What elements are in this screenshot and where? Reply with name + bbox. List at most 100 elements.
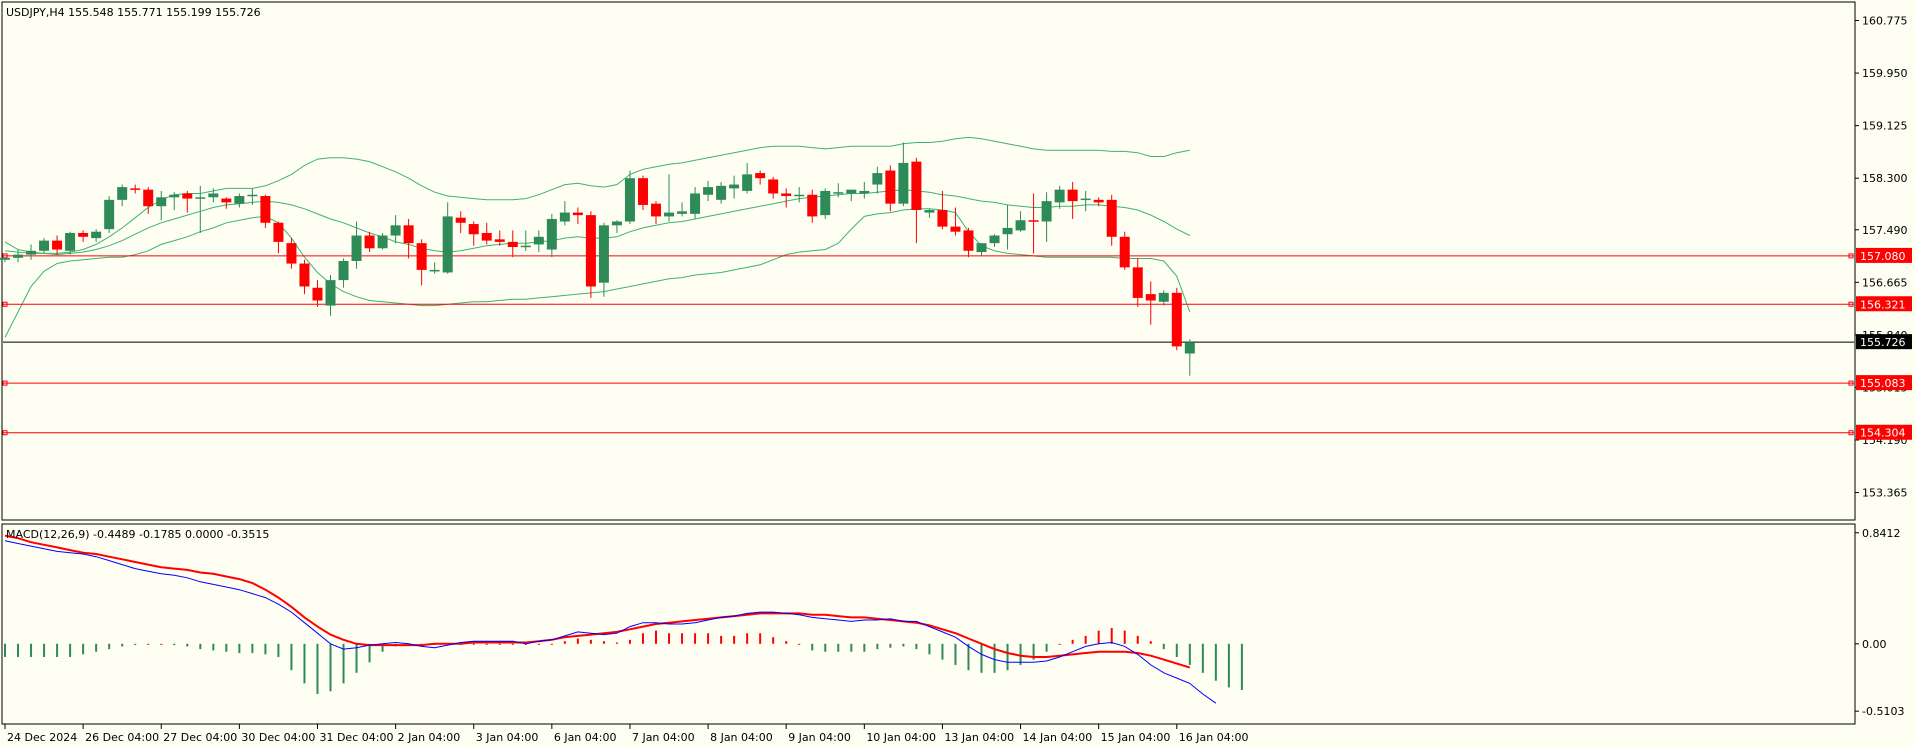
macd-histogram-bar xyxy=(368,643,371,663)
time-tick-label: 24 Dec 2024 xyxy=(7,731,77,744)
price-tick-label: 153.365 xyxy=(1862,487,1908,500)
time-tick-label: 13 Jan 04:00 xyxy=(944,731,1014,744)
main-header: USDJPY,H4 155.548 155.771 155.199 155.72… xyxy=(6,6,261,19)
bear-candle xyxy=(52,240,63,250)
macd-histogram-bar xyxy=(1019,643,1022,665)
macd-histogram-bar xyxy=(95,643,98,652)
bull-candle xyxy=(247,194,258,197)
macd-histogram-bar xyxy=(602,641,605,644)
macd-histogram-bar xyxy=(277,643,280,657)
macd-histogram-bar xyxy=(1227,643,1230,688)
bear-candle xyxy=(260,196,271,223)
bull-candle xyxy=(325,280,336,306)
bear-candle xyxy=(572,212,583,216)
time-tick-label: 6 Jan 04:00 xyxy=(554,731,617,744)
price-tick-label: 159.950 xyxy=(1862,67,1908,80)
macd-histogram-bar xyxy=(303,643,306,684)
bull-candle xyxy=(716,185,727,200)
time-tick-label: 9 Jan 04:00 xyxy=(788,731,851,744)
bear-candle xyxy=(1067,189,1078,202)
bull-candle xyxy=(1158,292,1169,302)
bull-candle xyxy=(195,197,206,199)
bull-candle xyxy=(351,235,362,261)
macd-histogram-bar xyxy=(954,643,957,665)
macd-header: MACD(12,26,9) -0.4489 -0.1785 0.0000 -0.… xyxy=(6,528,269,541)
macd-histogram-bar xyxy=(980,643,983,673)
macd-histogram-bar xyxy=(798,643,801,645)
bear-candle xyxy=(1171,292,1182,347)
current-price-label-text: 155.726 xyxy=(1860,336,1906,349)
bull-candle xyxy=(429,269,440,272)
macd-histogram-bar xyxy=(108,643,111,650)
bear-candle xyxy=(755,173,766,179)
bull-candle xyxy=(624,178,635,222)
price-tick-label: 156.665 xyxy=(1862,276,1908,289)
bear-candle xyxy=(455,217,466,223)
price-label-text: 156.321 xyxy=(1860,298,1906,311)
bull-candle xyxy=(234,196,245,204)
macd-histogram-bar xyxy=(537,643,540,645)
bull-candle xyxy=(976,243,987,253)
macd-tick-label: 0.8412 xyxy=(1862,527,1901,540)
bear-candle xyxy=(1093,199,1104,203)
bear-candle xyxy=(937,210,948,227)
macd-histogram-bar xyxy=(290,643,293,671)
bear-candle xyxy=(468,224,479,235)
bull-candle xyxy=(611,221,622,226)
bull-candle xyxy=(156,197,167,207)
macd-histogram-bar xyxy=(329,643,332,692)
macd-axis: 0.8412 0.00 -0.5103 xyxy=(1855,527,1904,718)
macd-histogram-bar xyxy=(316,643,319,694)
bear-candle xyxy=(299,263,310,287)
bull-candle xyxy=(729,184,740,189)
macd-histogram-bar xyxy=(615,642,618,644)
bull-candle xyxy=(703,187,714,195)
bull-candle xyxy=(0,257,10,260)
bear-candle xyxy=(781,193,792,197)
macd-histogram-bar xyxy=(1240,643,1243,690)
price-tick-label: 159.125 xyxy=(1862,120,1908,133)
bear-candle xyxy=(911,161,922,211)
time-tick-label: 15 Jan 04:00 xyxy=(1101,731,1171,744)
bear-candle xyxy=(481,232,492,241)
macd-histogram-bar xyxy=(17,643,20,657)
macd-histogram-bar xyxy=(264,643,267,655)
macd-histogram-bar xyxy=(56,643,59,657)
bull-candle xyxy=(898,162,909,204)
bull-candle xyxy=(664,212,675,217)
price-chart[interactable]: 160.775 159.950 159.125 158.300 157.490 156.6… xyxy=(0,0,1916,748)
macd-histogram-bar xyxy=(785,641,788,644)
macd-histogram-bar xyxy=(576,638,579,644)
bull-candle xyxy=(39,240,50,251)
macd-histogram-bar xyxy=(668,633,671,644)
macd-histogram-bar xyxy=(694,633,697,644)
bull-candle xyxy=(872,173,883,185)
bull-candle xyxy=(442,216,453,273)
macd-histogram-bar xyxy=(1188,643,1191,665)
bull-candle xyxy=(377,235,388,249)
time-tick-label: 16 Jan 04:00 xyxy=(1179,731,1249,744)
time-axis: 24 Dec 2024 26 Dec 04:00 27 Dec 04:00 30 De… xyxy=(4,724,1249,744)
bear-candle xyxy=(507,241,518,247)
macd-histogram-bar xyxy=(928,643,931,655)
macd-histogram-bar xyxy=(1084,635,1087,644)
bear-candle xyxy=(221,198,232,203)
macd-histogram-bar xyxy=(967,643,970,671)
bear-candle xyxy=(950,226,961,232)
bear-candle xyxy=(768,179,779,194)
price-tick-label: 158.300 xyxy=(1862,172,1908,185)
macd-histogram-bar xyxy=(121,643,124,647)
macd-histogram-bar xyxy=(1110,627,1113,644)
macd-histogram-bar xyxy=(863,643,866,652)
macd-histogram-bar xyxy=(199,643,202,650)
bull-candle xyxy=(598,225,609,283)
bear-candle xyxy=(312,287,323,301)
macd-histogram-bar xyxy=(1162,643,1165,650)
macd-histogram-bar xyxy=(915,643,918,650)
macd-histogram-bar xyxy=(1058,643,1061,645)
macd-histogram-bar xyxy=(1006,643,1009,671)
bull-candle xyxy=(690,193,701,214)
bear-candle xyxy=(403,225,414,244)
price-label-text: 155.083 xyxy=(1860,377,1906,390)
macd-histogram-bar xyxy=(902,643,905,647)
